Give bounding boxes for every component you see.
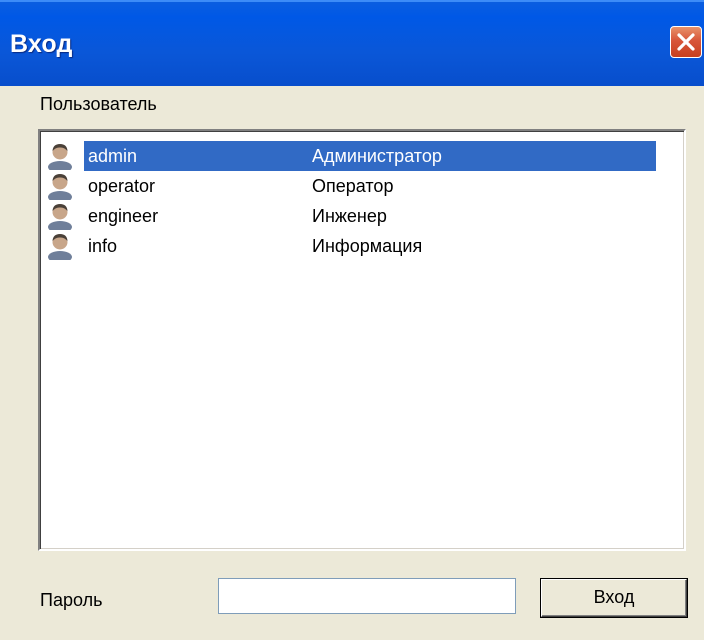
list-item-info[interactable]: info Информация: [46, 231, 656, 261]
login-button[interactable]: Вход: [540, 578, 688, 618]
user-role: Оператор: [312, 176, 394, 196]
user-icon: [48, 174, 72, 200]
title-bar[interactable]: Вход: [0, 0, 704, 86]
close-icon: [677, 33, 695, 51]
user-role: Инженер: [312, 206, 387, 226]
password-label: Пароль: [40, 590, 103, 610]
user-icon: [48, 144, 72, 170]
window-title: Вход: [10, 30, 73, 58]
password-field[interactable]: [218, 578, 516, 614]
user-role: Информация: [312, 236, 423, 256]
user-login: info: [88, 236, 118, 256]
login-dialog: Вход Пользователь admin Администратор op…: [0, 0, 704, 640]
list-item-operator[interactable]: operator Оператор: [46, 171, 656, 201]
users-label: Пользователь: [40, 94, 157, 114]
user-icon: [48, 234, 72, 260]
user-icon: [48, 204, 72, 230]
close-button[interactable]: [670, 26, 702, 58]
list-item-admin[interactable]: admin Администратор: [46, 141, 656, 171]
user-login: engineer: [88, 206, 159, 226]
list-item-engineer[interactable]: engineer Инженер: [46, 201, 656, 231]
user-login: operator: [88, 176, 156, 196]
user-login: admin: [84, 141, 294, 171]
user-role: Администратор: [294, 141, 656, 171]
users-list[interactable]: admin Администратор operator Оператор en…: [38, 129, 686, 551]
